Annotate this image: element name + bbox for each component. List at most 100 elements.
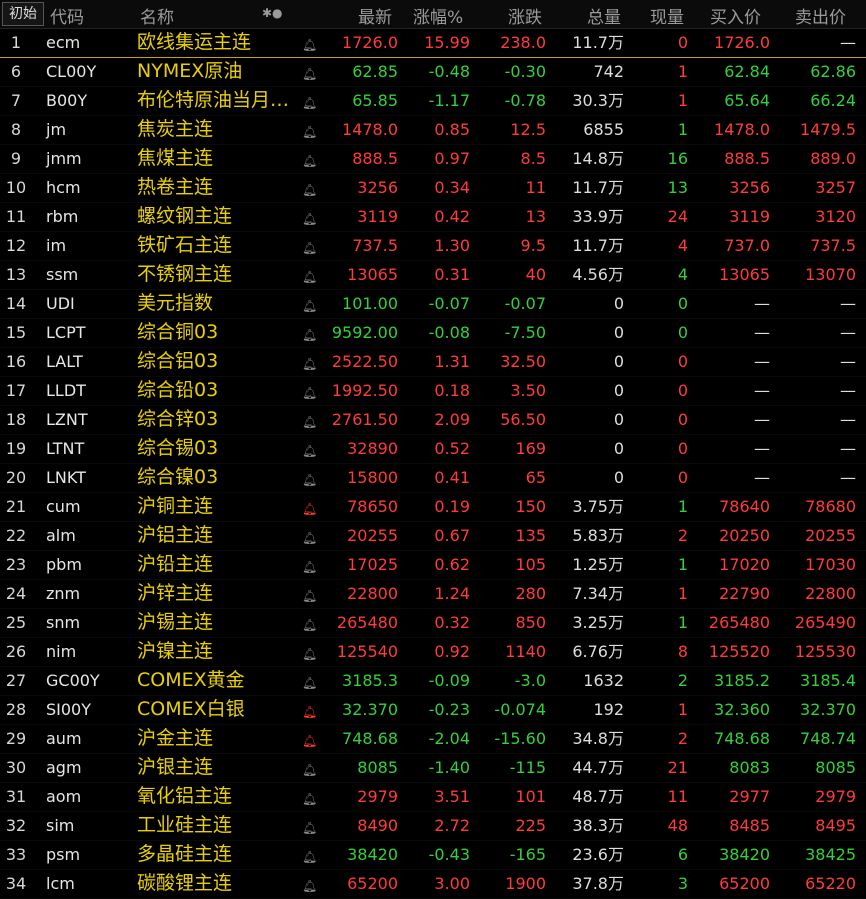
- bell-icon[interactable]: 🔔︎: [302, 237, 317, 259]
- bell-icon[interactable]: 🔔︎: [302, 701, 317, 723]
- table-row[interactable]: 32 sim 工业硅主连 🔔︎ 8490 2.72 225 38.3万 48 8485 8495: [0, 812, 866, 841]
- col-header-cur[interactable]: 现量: [650, 3, 684, 28]
- table-row[interactable]: 18 LZNT 综合锌03 🔔︎ 2761.50 2.09 56.50 0 0 — —: [0, 406, 866, 435]
- table-row[interactable]: 22 alm 沪铝主连 🔔︎ 20255 0.67 135 5.83万 2 20250 20255: [0, 522, 866, 551]
- ask-price: 8085: [815, 758, 856, 777]
- sort-settings-icon[interactable]: ✱●: [262, 6, 283, 20]
- bell-icon[interactable]: 🔔︎: [302, 208, 317, 230]
- table-row[interactable]: 11 rbm 螺纹钢主连 🔔︎ 3119 0.42 13 33.9万 24 3119 3120: [0, 203, 866, 232]
- last-price: 888.5: [352, 149, 398, 168]
- bell-icon[interactable]: 🔔︎: [302, 121, 317, 143]
- bell-icon[interactable]: 🔔︎: [302, 266, 317, 288]
- col-header-name[interactable]: 名称: [140, 3, 174, 28]
- table-row[interactable]: 23 pbm 沪铅主连 🔔︎ 17025 0.62 105 1.25万 1 17020 17030: [0, 551, 866, 580]
- table-row[interactable]: 14 UDI 美元指数 🔔︎ 101.00 -0.07 -0.07 0 0 — —: [0, 290, 866, 319]
- change-percent: 0.42: [434, 207, 470, 226]
- ask-price: 13070: [805, 265, 856, 284]
- table-row[interactable]: 12 im 铁矿石主连 🔔︎ 737.5 1.30 9.5 11.7万 4 737.0 737.5: [0, 232, 866, 261]
- bell-icon[interactable]: 🔔︎: [302, 585, 317, 607]
- col-header-chg[interactable]: 涨跌: [508, 3, 542, 28]
- col-header-bid[interactable]: 买入价: [710, 3, 761, 28]
- ask-price: 3185.4: [800, 671, 856, 690]
- table-row[interactable]: 26 nim 沪镍主连 🔔︎ 125540 0.92 1140 6.76万 8 125520 125…: [0, 638, 866, 667]
- ask-price: 3120: [815, 207, 856, 226]
- table-row[interactable]: 24 znm 沪锌主连 🔔︎ 22800 1.24 280 7.34万 1 22790 22800: [0, 580, 866, 609]
- table-row[interactable]: 21 cum 沪铜主连 🔔︎ 78650 0.19 150 3.75万 1 78640 78680: [0, 493, 866, 522]
- col-header-ask[interactable]: 卖出价: [795, 3, 846, 28]
- col-header-code[interactable]: 代码: [50, 3, 84, 28]
- bell-icon[interactable]: 🔔︎: [302, 179, 317, 201]
- bid-price: 22790: [719, 584, 770, 603]
- table-row[interactable]: 9 jmm 焦煤主连 🔔︎ 888.5 0.97 8.5 14.8万 16 888.5 889.0: [0, 145, 866, 174]
- bell-icon[interactable]: 🔔︎: [302, 411, 317, 433]
- bell-icon[interactable]: 🔔︎: [302, 382, 317, 404]
- change-percent: -0.48: [428, 62, 470, 81]
- bell-icon[interactable]: 🔔︎: [302, 92, 317, 114]
- bell-icon[interactable]: 🔔︎: [302, 875, 317, 897]
- bell-icon[interactable]: 🔔︎: [302, 469, 317, 491]
- bid-price: —: [754, 410, 770, 429]
- bell-icon[interactable]: 🔔︎: [302, 614, 317, 636]
- table-row[interactable]: 28 SI00Y COMEX白银 🔔︎ 32.370 -0.23 -0.074 192 1 32.…: [0, 696, 866, 725]
- table-row[interactable]: 17 LLDT 综合铅03 🔔︎ 1992.50 0.18 3.50 0 0 — —: [0, 377, 866, 406]
- bell-icon[interactable]: 🔔︎: [302, 353, 317, 375]
- bell-icon[interactable]: 🔔︎: [302, 643, 317, 665]
- col-header-vol[interactable]: 总量: [587, 3, 621, 28]
- change-percent: 0.18: [434, 381, 470, 400]
- table-row[interactable]: 25 snm 沪锡主连 🔔︎ 265480 0.32 850 3.25万 1 265480 2654…: [0, 609, 866, 638]
- table-row[interactable]: 33 psm 多晶硅主连 🔔︎ 38420 -0.43 -165 23.6万 6 38420 384…: [0, 841, 866, 870]
- bell-icon[interactable]: 🔔︎: [302, 846, 317, 868]
- total-volume: 11.7万: [572, 33, 624, 52]
- bell-icon[interactable]: 🔔︎: [302, 498, 317, 520]
- symbol-name: 综合镍03: [137, 466, 219, 488]
- bell-icon[interactable]: 🔔︎: [302, 527, 317, 549]
- table-row[interactable]: 10 hcm 热卷主连 🔔︎ 3256 0.34 11 11.7万 13 3256 3257: [0, 174, 866, 203]
- col-header-pct[interactable]: 涨幅%: [413, 3, 463, 28]
- last-price: 1478.0: [342, 120, 398, 139]
- bell-icon[interactable]: 🔔︎: [302, 324, 317, 346]
- table-row[interactable]: 19 LTNT 综合锡03 🔔︎ 32890 0.52 169 0 0 — —: [0, 435, 866, 464]
- symbol-name: 沪镍主连: [137, 640, 214, 662]
- initial-sort-button[interactable]: 初始: [2, 2, 44, 26]
- row-index: 22: [5, 526, 27, 545]
- table-row[interactable]: 27 GC00Y COMEX黄金 🔔︎ 3185.3 -0.09 -3.0 1632 2 3185…: [0, 667, 866, 696]
- current-volume: 21: [667, 758, 688, 777]
- current-volume: 1: [677, 613, 688, 632]
- ask-price: —: [840, 381, 856, 400]
- table-row[interactable]: 34 lcm 碳酸锂主连 🔔︎ 65200 3.00 1900 37.8万 3 65200 6522…: [0, 870, 866, 899]
- change-percent: 1.24: [434, 584, 470, 603]
- current-volume: 1: [677, 120, 688, 139]
- table-row[interactable]: 15 LCPT 综合铜03 🔔︎ 9592.00 -0.08 -7.50 0 0 — —: [0, 319, 866, 348]
- bell-icon[interactable]: 🔔︎: [302, 34, 317, 56]
- current-volume: 16: [667, 149, 688, 168]
- table-row[interactable]: 8 jm 焦炭主连 🔔︎ 1478.0 0.85 12.5 6855 1 1478.0 1479.5: [0, 116, 866, 145]
- bell-icon[interactable]: 🔔︎: [302, 150, 317, 172]
- change-percent: -1.17: [428, 91, 470, 110]
- change-value: -0.074: [494, 700, 546, 719]
- bell-icon[interactable]: 🔔︎: [302, 759, 317, 781]
- table-row[interactable]: 31 aom 氧化铝主连 🔔︎ 2979 3.51 101 48.7万 11 2977 2979: [0, 783, 866, 812]
- bell-icon[interactable]: 🔔︎: [302, 63, 317, 85]
- symbol-name: 沪银主连: [137, 756, 214, 778]
- table-row[interactable]: 20 LNKT 综合镍03 🔔︎ 15800 0.41 65 0 0 — —: [0, 464, 866, 493]
- bell-icon[interactable]: 🔔︎: [302, 730, 317, 752]
- table-row[interactable]: 16 LALT 综合铝03 🔔︎ 2522.50 1.31 32.50 0 0 — —: [0, 348, 866, 377]
- change-percent: 0.34: [434, 178, 470, 197]
- col-header-last[interactable]: 最新: [358, 3, 392, 28]
- bell-icon[interactable]: 🔔︎: [302, 556, 317, 578]
- bell-icon[interactable]: 🔔︎: [302, 817, 317, 839]
- bell-icon[interactable]: 🔔︎: [302, 295, 317, 317]
- table-row[interactable]: 13 ssm 不锈钢主连 🔔︎ 13065 0.31 40 4.56万 4 13065 13070: [0, 261, 866, 290]
- table-row[interactable]: 30 agm 沪银主连 🔔︎ 8085 -1.40 -115 44.7万 21 8083 8085: [0, 754, 866, 783]
- bell-icon[interactable]: 🔔︎: [302, 440, 317, 462]
- symbol-name: 焦炭主连: [137, 118, 214, 140]
- table-row[interactable]: 7 B00Y 布伦特原油当月… 🔔︎ 65.85 -1.17 -0.78 30.3万 1 65.6…: [0, 87, 866, 116]
- bell-icon[interactable]: 🔔︎: [302, 672, 317, 694]
- symbol-code: LALT: [46, 352, 83, 371]
- bell-icon[interactable]: 🔔︎: [302, 788, 317, 810]
- table-row[interactable]: 1 ecm 欧线集运主连 🔔︎ 1726.0 15.99 238.0 11.7万 0 1726.0…: [0, 29, 866, 58]
- table-row[interactable]: 29 aum 沪金主连 🔔︎ 748.68 -2.04 -15.60 34.8万 2 748.68…: [0, 725, 866, 754]
- table-row[interactable]: 6 CL00Y NYMEX原油 🔔︎ 62.85 -0.48 -0.30 742 1 62.84 6…: [0, 58, 866, 87]
- symbol-name: 沪金主连: [137, 727, 214, 749]
- change-value: 40: [525, 265, 546, 284]
